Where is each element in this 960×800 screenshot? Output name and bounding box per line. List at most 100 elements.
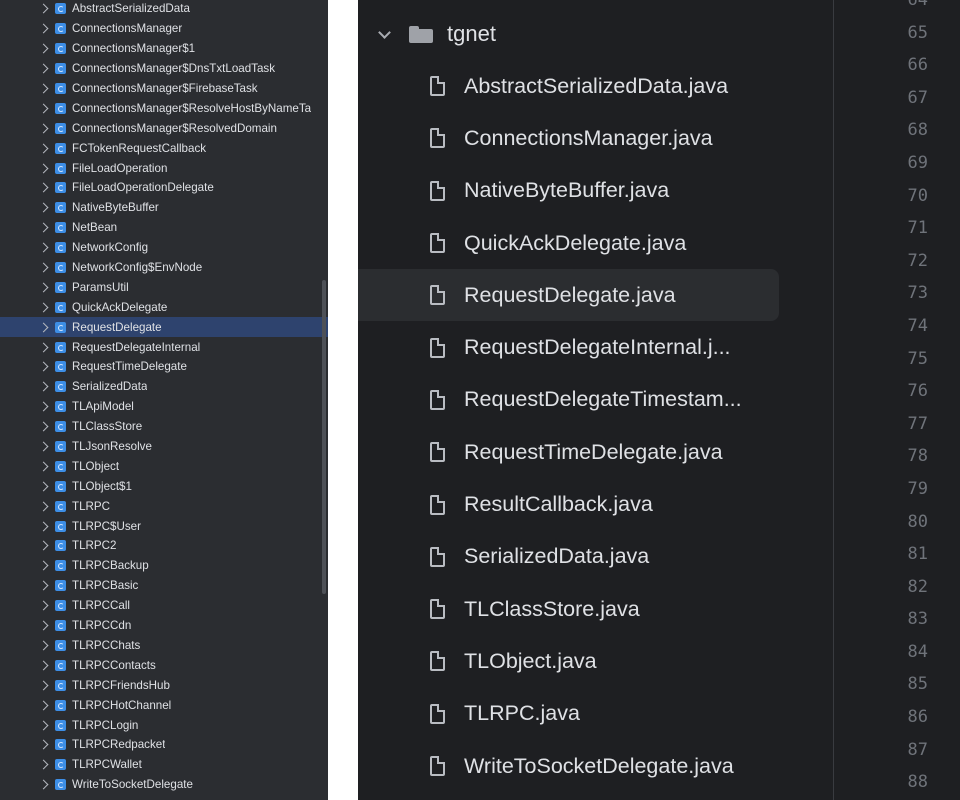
chevron-right-icon[interactable] <box>38 739 49 750</box>
chevron-right-icon[interactable] <box>38 441 49 452</box>
class-tree-item[interactable]: TLRPCFriendsHub <box>0 675 328 695</box>
class-tree-item[interactable]: FCTokenRequestCallback <box>0 138 328 158</box>
file-item[interactable]: TLObject.java <box>358 635 788 687</box>
class-tree-item[interactable]: ParamsUtil <box>0 277 328 297</box>
class-tree-item[interactable]: TLRPCWallet <box>0 755 328 775</box>
class-tree-item[interactable]: NetworkConfig$EnvNode <box>0 258 328 278</box>
chevron-right-icon[interactable] <box>38 322 49 333</box>
chevron-right-icon[interactable] <box>38 63 49 74</box>
chevron-right-icon[interactable] <box>38 700 49 711</box>
class-tree-item[interactable]: TLRPCRedpacket <box>0 735 328 755</box>
chevron-right-icon[interactable] <box>38 600 49 611</box>
file-item[interactable]: TLClassStore.java <box>358 583 788 635</box>
class-tree-item[interactable]: TLObject$1 <box>0 476 328 496</box>
file-item[interactable]: NativeByteBuffer.java <box>358 165 788 217</box>
chevron-right-icon[interactable] <box>38 23 49 34</box>
file-item[interactable]: TLRPC.java <box>358 688 788 740</box>
class-tree-item[interactable]: ConnectionsManager$1 <box>0 39 328 59</box>
chevron-right-icon[interactable] <box>38 560 49 571</box>
chevron-right-icon[interactable] <box>38 640 49 651</box>
class-tree-item[interactable]: FileLoadOperation <box>0 158 328 178</box>
class-tree-item[interactable]: TLApiModel <box>0 397 328 417</box>
class-tree-item[interactable]: ConnectionsManager$ResolveHostByNameTa <box>0 98 328 118</box>
folder-row-tgnet[interactable]: tgnet <box>378 14 496 54</box>
class-tree-item[interactable]: RequestDelegateInternal <box>0 337 328 357</box>
chevron-right-icon[interactable] <box>38 262 49 273</box>
chevron-right-icon[interactable] <box>38 720 49 730</box>
class-tree-item[interactable]: ConnectionsManager$FirebaseTask <box>0 79 328 99</box>
class-tree-item[interactable]: TLRPC$User <box>0 516 328 536</box>
file-item[interactable]: WriteToSocketDelegate.java <box>358 740 788 792</box>
chevron-right-icon[interactable] <box>38 143 49 154</box>
chevron-right-icon[interactable] <box>38 163 49 174</box>
file-item[interactable]: SerializedData.java <box>358 531 788 583</box>
class-icon <box>55 202 66 214</box>
class-tree-item[interactable]: TLRPCChats <box>0 636 328 656</box>
file-item[interactable]: RequestDelegate.java <box>358 269 779 322</box>
class-tree-item[interactable]: FileLoadOperationDelegate <box>0 178 328 198</box>
class-tree-item[interactable]: ConnectionsManager$DnsTxtLoadTask <box>0 59 328 79</box>
chevron-right-icon[interactable] <box>38 541 49 551</box>
file-item[interactable]: QuickAckDelegate.java <box>358 217 788 269</box>
chevron-right-icon[interactable] <box>38 83 49 94</box>
chevron-right-icon[interactable] <box>38 242 49 253</box>
class-tree-item[interactable]: TLJsonResolve <box>0 437 328 457</box>
file-item[interactable]: ConnectionsManager.java <box>358 112 788 164</box>
chevron-right-icon[interactable] <box>38 381 49 392</box>
chevron-right-icon[interactable] <box>38 222 49 233</box>
chevron-right-icon[interactable] <box>38 342 49 353</box>
chevron-right-icon[interactable] <box>38 401 49 412</box>
chevron-right-icon[interactable] <box>38 3 49 14</box>
chevron-right-icon[interactable] <box>38 779 49 790</box>
class-tree-item[interactable]: ConnectionsManager$ResolvedDomain <box>0 118 328 138</box>
class-tree-item[interactable]: NetBean <box>0 218 328 238</box>
chevron-down-icon[interactable] <box>378 25 391 39</box>
class-tree-item[interactable]: NativeByteBuffer <box>0 198 328 218</box>
file-item[interactable]: ResultCallback.java <box>358 478 788 530</box>
class-tree-item[interactable]: ConnectionsManager <box>0 19 328 39</box>
class-tree-item[interactable]: TLRPCContacts <box>0 655 328 675</box>
chevron-right-icon[interactable] <box>38 481 49 492</box>
class-tree-item[interactable]: TLClassStore <box>0 417 328 437</box>
chevron-right-icon[interactable] <box>38 660 49 671</box>
class-tree-item[interactable]: NetworkConfig <box>0 238 328 258</box>
class-tree-item[interactable]: TLRPCHotChannel <box>0 695 328 715</box>
chevron-right-icon[interactable] <box>38 362 49 372</box>
class-tree-item[interactable]: TLRPCCdn <box>0 616 328 636</box>
chevron-right-icon[interactable] <box>38 103 49 114</box>
chevron-right-icon[interactable] <box>38 302 49 313</box>
chevron-right-icon[interactable] <box>38 680 49 691</box>
class-tree-item[interactable]: TLObject <box>0 456 328 476</box>
class-tree-item[interactable]: TLRPCCall <box>0 596 328 616</box>
file-item[interactable]: RequestTimeDelegate.java <box>358 426 788 478</box>
class-tree-item[interactable]: TLRPCBasic <box>0 576 328 596</box>
class-tree-item[interactable]: SerializedData <box>0 377 328 397</box>
chevron-right-icon[interactable] <box>38 43 49 54</box>
class-tree-item[interactable]: TLRPC2 <box>0 536 328 556</box>
class-tree-item[interactable]: TLRPCBackup <box>0 556 328 576</box>
chevron-right-icon[interactable] <box>38 123 49 134</box>
class-tree-item[interactable]: TLRPC <box>0 496 328 516</box>
file-item[interactable]: AbstractSerializedData.java <box>358 60 788 112</box>
chevron-right-icon[interactable] <box>38 183 49 193</box>
chevron-right-icon[interactable] <box>38 421 49 432</box>
file-item[interactable]: RequestDelegateInternal.j... <box>358 321 788 373</box>
class-tree-item[interactable]: RequestDelegate <box>0 317 328 338</box>
file-item[interactable]: RequestDelegateTimestam... <box>358 374 788 426</box>
class-tree-item[interactable]: AbstractSerializedData <box>0 0 328 19</box>
chevron-right-icon[interactable] <box>38 501 49 512</box>
chevron-right-icon[interactable] <box>38 620 49 631</box>
class-tree-item[interactable]: TLRPCLogin <box>0 715 328 735</box>
chevron-right-icon[interactable] <box>38 759 49 770</box>
class-tree-item-label: TLRPCWallet <box>72 758 142 772</box>
chevron-right-icon[interactable] <box>38 461 49 472</box>
class-tree-scrollbar[interactable] <box>322 280 326 594</box>
chevron-right-icon[interactable] <box>38 282 49 293</box>
chevron-right-icon[interactable] <box>38 521 49 532</box>
chevron-right-icon[interactable] <box>38 580 49 591</box>
class-tree-item[interactable]: QuickAckDelegate <box>0 297 328 317</box>
class-tree-item-label: TLRPC2 <box>72 539 117 553</box>
chevron-right-icon[interactable] <box>38 202 49 213</box>
class-tree-item[interactable]: WriteToSocketDelegate <box>0 775 328 795</box>
class-tree-item[interactable]: RequestTimeDelegate <box>0 357 328 377</box>
